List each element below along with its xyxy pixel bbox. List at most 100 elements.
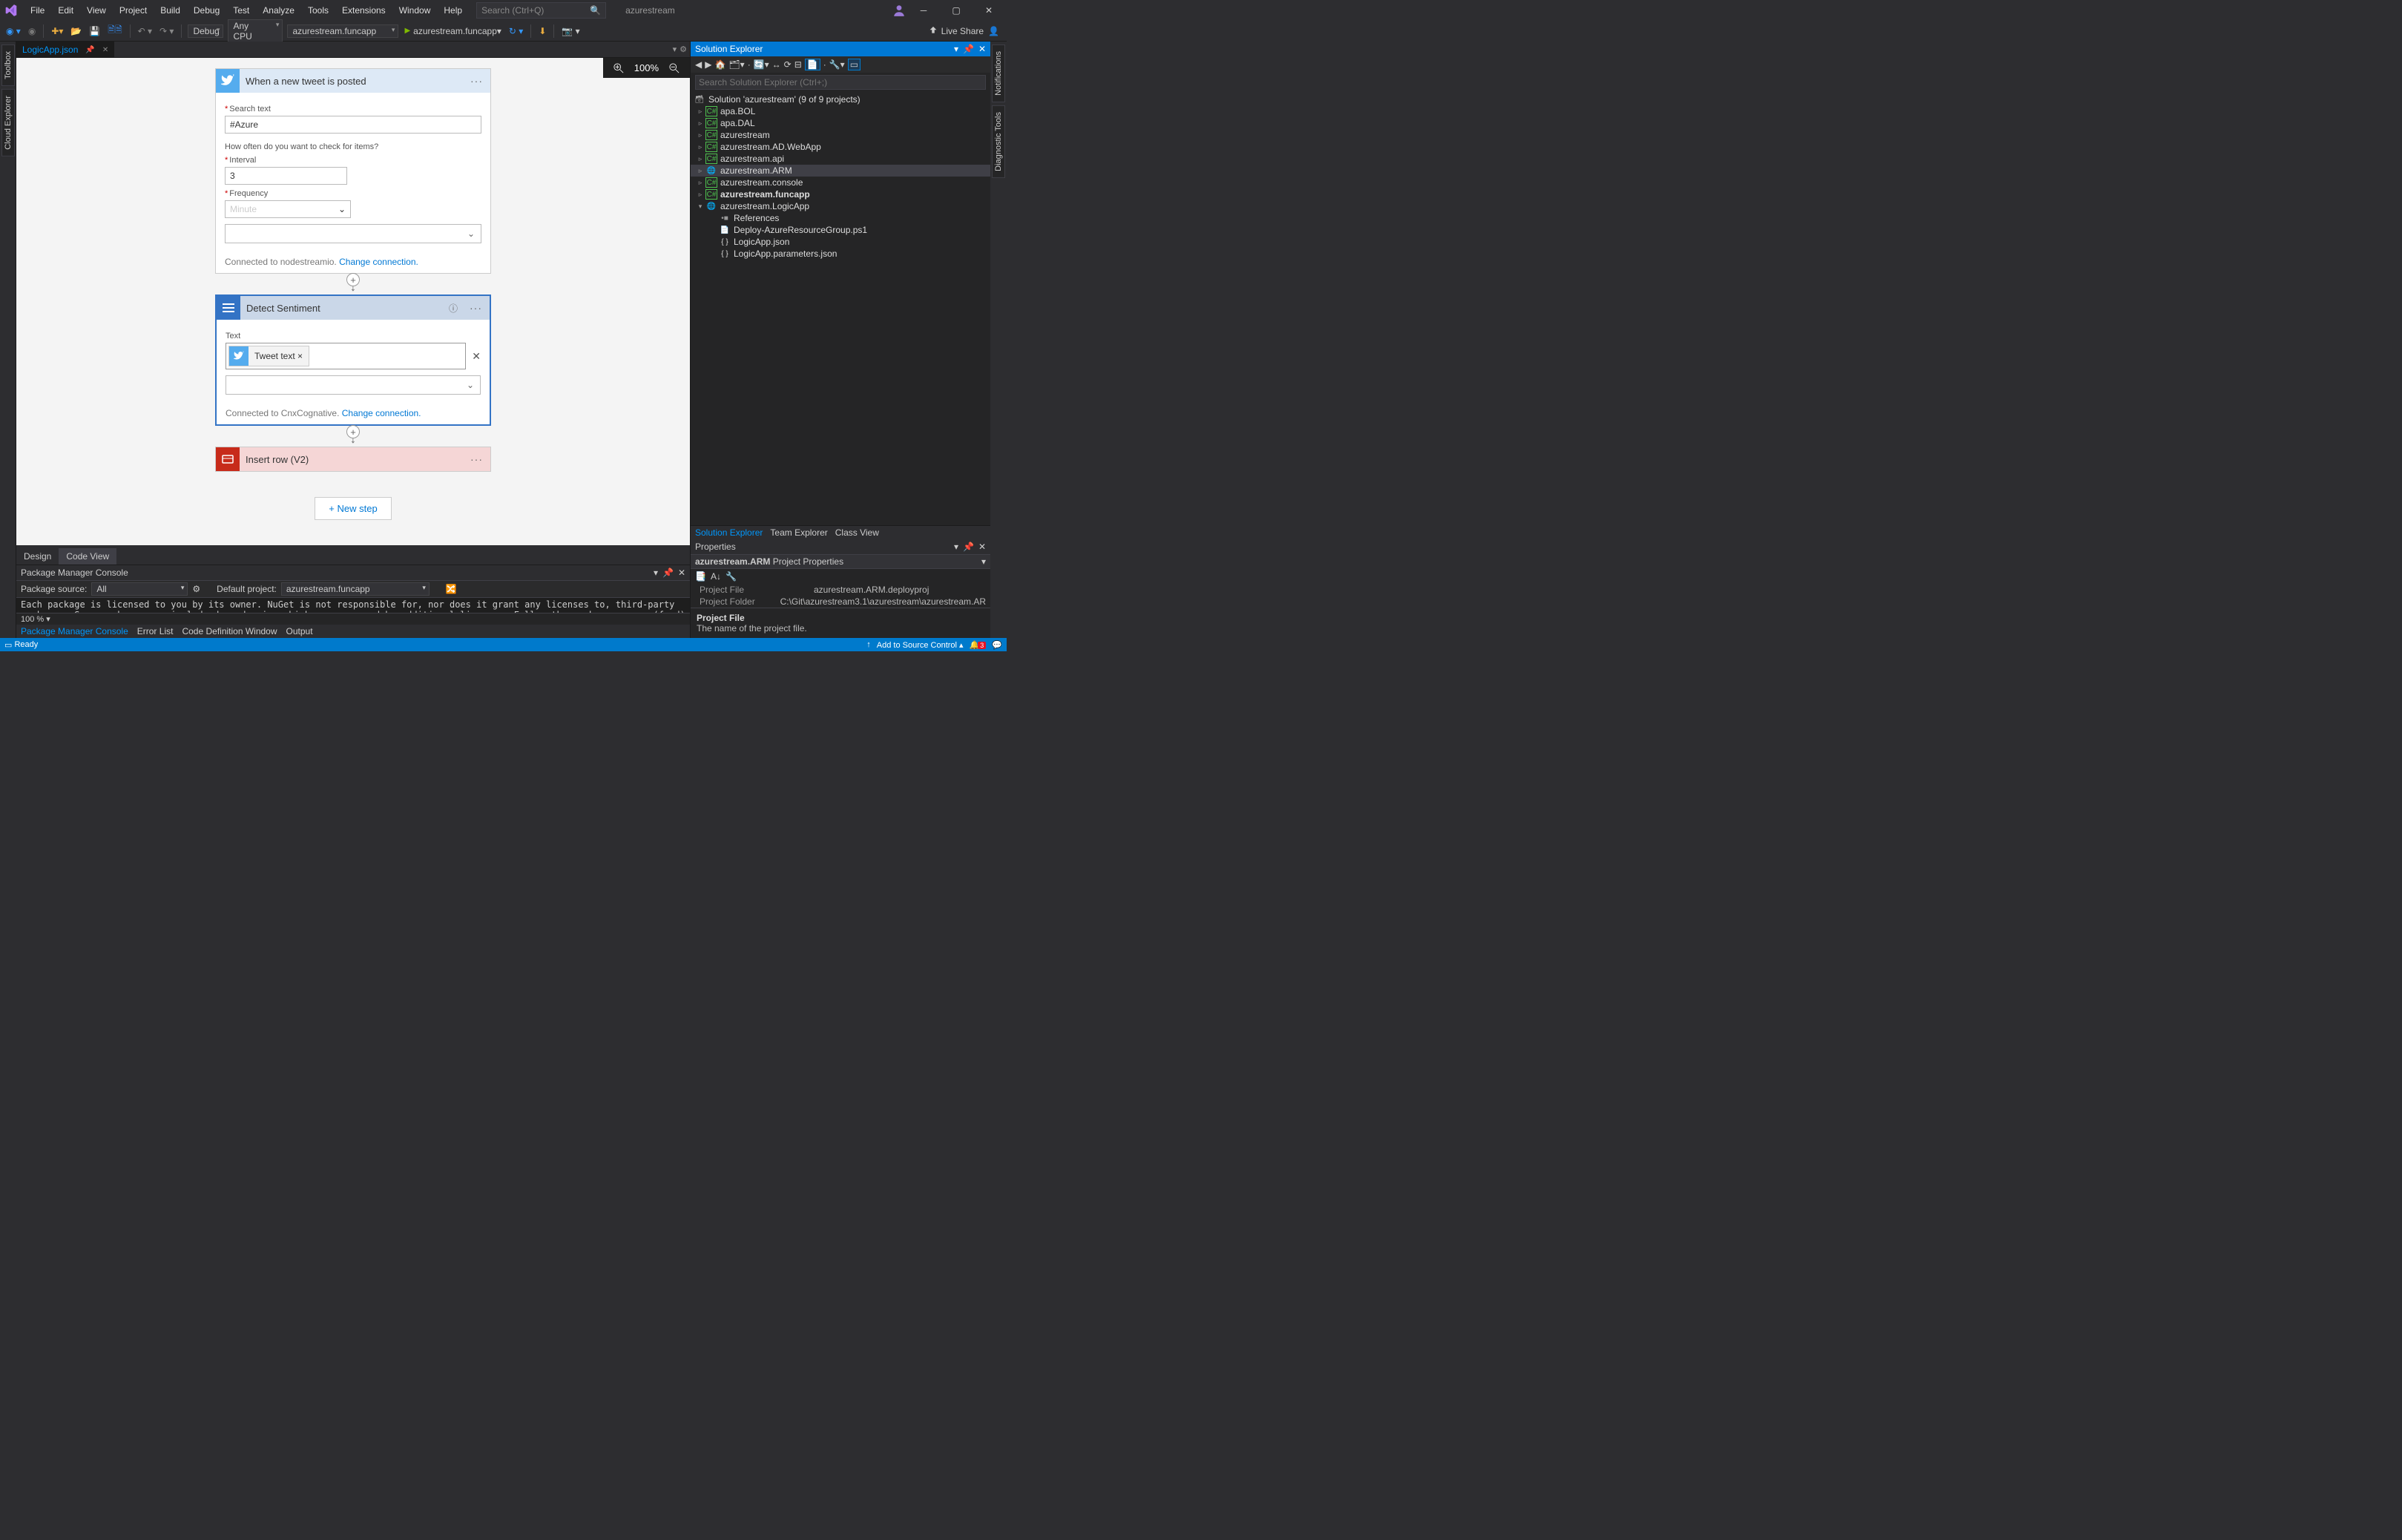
prop-pages-icon[interactable]: 🔧 [725, 571, 737, 582]
project-node[interactable]: ▹🌐azurestream.ARM [691, 165, 990, 177]
code-def-tab[interactable]: Code Definition Window [182, 626, 277, 636]
expand-icon[interactable]: ▹ [695, 119, 705, 128]
nav-back-icon[interactable]: ◉ ▾ [3, 24, 24, 39]
card-menu-icon[interactable]: ··· [463, 453, 490, 465]
add-param-dropdown[interactable]: ⌄ [225, 224, 481, 243]
expand-icon[interactable]: ▹ [695, 155, 705, 163]
save-all-icon[interactable]: 🗎🗎 [105, 22, 125, 40]
panel-pin-icon[interactable]: 📌 [662, 567, 674, 578]
interval-input[interactable] [225, 167, 347, 185]
panel-close-icon[interactable]: ✕ [978, 542, 986, 552]
panel-pin-icon[interactable]: 📌 [963, 542, 974, 552]
zoom-out-icon[interactable] [669, 63, 680, 73]
share-user-icon[interactable]: 👤 [988, 26, 999, 36]
tab-close-icon[interactable]: ✕ [102, 46, 108, 54]
maximize-button[interactable]: ▢ [941, 2, 971, 19]
pmc-tab[interactable]: Package Manager Console [21, 626, 128, 636]
project-node[interactable]: ▹C#apa.BOL [691, 105, 990, 117]
menu-analyze[interactable]: Analyze [256, 2, 301, 19]
add-step-icon[interactable]: + [346, 273, 360, 286]
clear-icon[interactable]: ✕ [472, 350, 481, 363]
menu-edit[interactable]: Edit [51, 2, 80, 19]
design-tab[interactable]: Design [16, 548, 59, 565]
expand-icon[interactable]: ▹ [695, 131, 705, 139]
redo-icon[interactable]: ↷ ▾ [157, 24, 177, 39]
step-icon[interactable]: ⬇ [536, 24, 549, 39]
tab-dropdown-icon[interactable]: ▾ [673, 45, 677, 54]
switch-views-icon[interactable]: 🗂▾ [728, 59, 744, 70]
sentiment-card[interactable]: Detect Sentiment ⓘ ··· Text Tweet text × [215, 294, 491, 426]
toolbox-tab[interactable]: Toolbox [1, 45, 15, 86]
card-menu-icon[interactable]: ··· [462, 302, 490, 314]
source-control-button[interactable]: Add to Source Control ▴ [877, 640, 964, 650]
live-share-button[interactable]: Live Share [928, 26, 984, 36]
panel-dropdown-icon[interactable]: ▾ [954, 542, 958, 552]
project-node[interactable]: ▹C#azurestream [691, 129, 990, 141]
new-step-button[interactable]: + New step [315, 497, 391, 520]
card-menu-icon[interactable]: ··· [463, 75, 490, 87]
team-explorer-tab[interactable]: Team Explorer [770, 527, 827, 538]
frequency-select[interactable]: Minute⌄ [225, 200, 351, 218]
screenshot-icon[interactable]: 📷 ▾ [559, 24, 582, 39]
add-param-dropdown[interactable]: ⌄ [226, 375, 481, 395]
default-project-select[interactable]: azurestream.funcapp [281, 582, 430, 596]
expand-icon[interactable]: ▹ [695, 108, 705, 116]
clear-console-icon[interactable]: 🔀 [446, 584, 457, 594]
tree-item[interactable]: { }LogicApp.json [691, 236, 990, 248]
project-node[interactable]: ▹C#azurestream.console [691, 177, 990, 188]
refresh-icon[interactable]: ⟳ [784, 59, 792, 70]
change-connection-link[interactable]: Change connection. [339, 257, 418, 267]
insert-row-card[interactable]: Insert row (V2) ··· [215, 447, 491, 472]
quick-search[interactable]: Search (Ctrl+Q) 🔍 [476, 2, 606, 19]
panel-dropdown-icon[interactable]: ▾ [954, 44, 958, 54]
document-tab[interactable]: LogicApp.json 📌 ✕ [16, 42, 114, 57]
project-node[interactable]: ▹C#apa.DAL [691, 117, 990, 129]
settings-icon[interactable]: ⚙ [192, 584, 200, 594]
feedback-icon[interactable]: 💬 [992, 640, 1002, 650]
config-dropdown[interactable]: Debug [188, 24, 223, 38]
publish-icon[interactable]: ↑ [866, 640, 871, 649]
open-icon[interactable]: 📂 [68, 24, 85, 39]
tab-gear-icon[interactable]: ⚙ [680, 45, 687, 54]
platform-dropdown[interactable]: Any CPU [228, 19, 283, 43]
tree-item[interactable]: 📄Deploy-AzureResourceGroup.ps1 [691, 224, 990, 236]
sync-icon[interactable]: ↔ [772, 59, 781, 70]
expand-icon[interactable]: ▹ [695, 167, 705, 175]
trigger-card[interactable]: When a new tweet is posted ··· *Search t… [215, 68, 491, 274]
project-node[interactable]: ▹C#azurestream.funcapp [691, 188, 990, 200]
browser-refresh-icon[interactable]: ↻ ▾ [506, 24, 526, 39]
preview-icon[interactable]: ▭ [848, 59, 861, 70]
cloud-explorer-tab[interactable]: Cloud Explorer [1, 89, 15, 157]
expand-icon[interactable]: ▹ [695, 143, 705, 151]
panel-pin-icon[interactable]: 📌 [963, 44, 974, 54]
class-view-tab[interactable]: Class View [835, 527, 879, 538]
info-icon[interactable]: ⓘ [444, 302, 462, 315]
close-button[interactable]: ✕ [974, 2, 1004, 19]
text-input[interactable]: Tweet text × [226, 343, 466, 369]
menu-help[interactable]: Help [437, 2, 469, 19]
project-node[interactable]: ▾🌐azurestream.LogicApp [691, 200, 990, 212]
zoom-in-icon[interactable] [613, 63, 624, 73]
pin-icon[interactable]: 📌 [85, 46, 94, 54]
error-list-tab[interactable]: Error List [137, 626, 174, 636]
menu-build[interactable]: Build [154, 2, 187, 19]
output-tab[interactable]: Output [286, 626, 313, 636]
menu-window[interactable]: Window [392, 2, 438, 19]
menu-test[interactable]: Test [226, 2, 256, 19]
menu-debug[interactable]: Debug [187, 2, 226, 19]
panel-close-icon[interactable]: ✕ [678, 567, 685, 578]
expand-icon[interactable]: ▹ [695, 191, 705, 199]
package-source-select[interactable]: All [91, 582, 188, 596]
minimize-button[interactable]: ─ [909, 2, 938, 19]
tree-item[interactable]: •■References [691, 212, 990, 224]
startup-dropdown[interactable]: azurestream.funcapp [287, 24, 398, 38]
panel-dropdown-icon[interactable]: ▾ [654, 567, 658, 578]
categorized-icon[interactable]: 📑 [695, 571, 706, 582]
properties-icon[interactable]: 🔧▾ [829, 59, 845, 70]
new-project-icon[interactable]: ✚▾ [48, 24, 66, 39]
property-object-selector[interactable]: azurestream.ARM Project Properties ▾ [691, 554, 990, 569]
menu-project[interactable]: Project [113, 2, 154, 19]
menu-extensions[interactable]: Extensions [335, 2, 392, 19]
tree-item[interactable]: { }LogicApp.parameters.json [691, 248, 990, 260]
back-icon[interactable]: ◀ [695, 59, 702, 70]
